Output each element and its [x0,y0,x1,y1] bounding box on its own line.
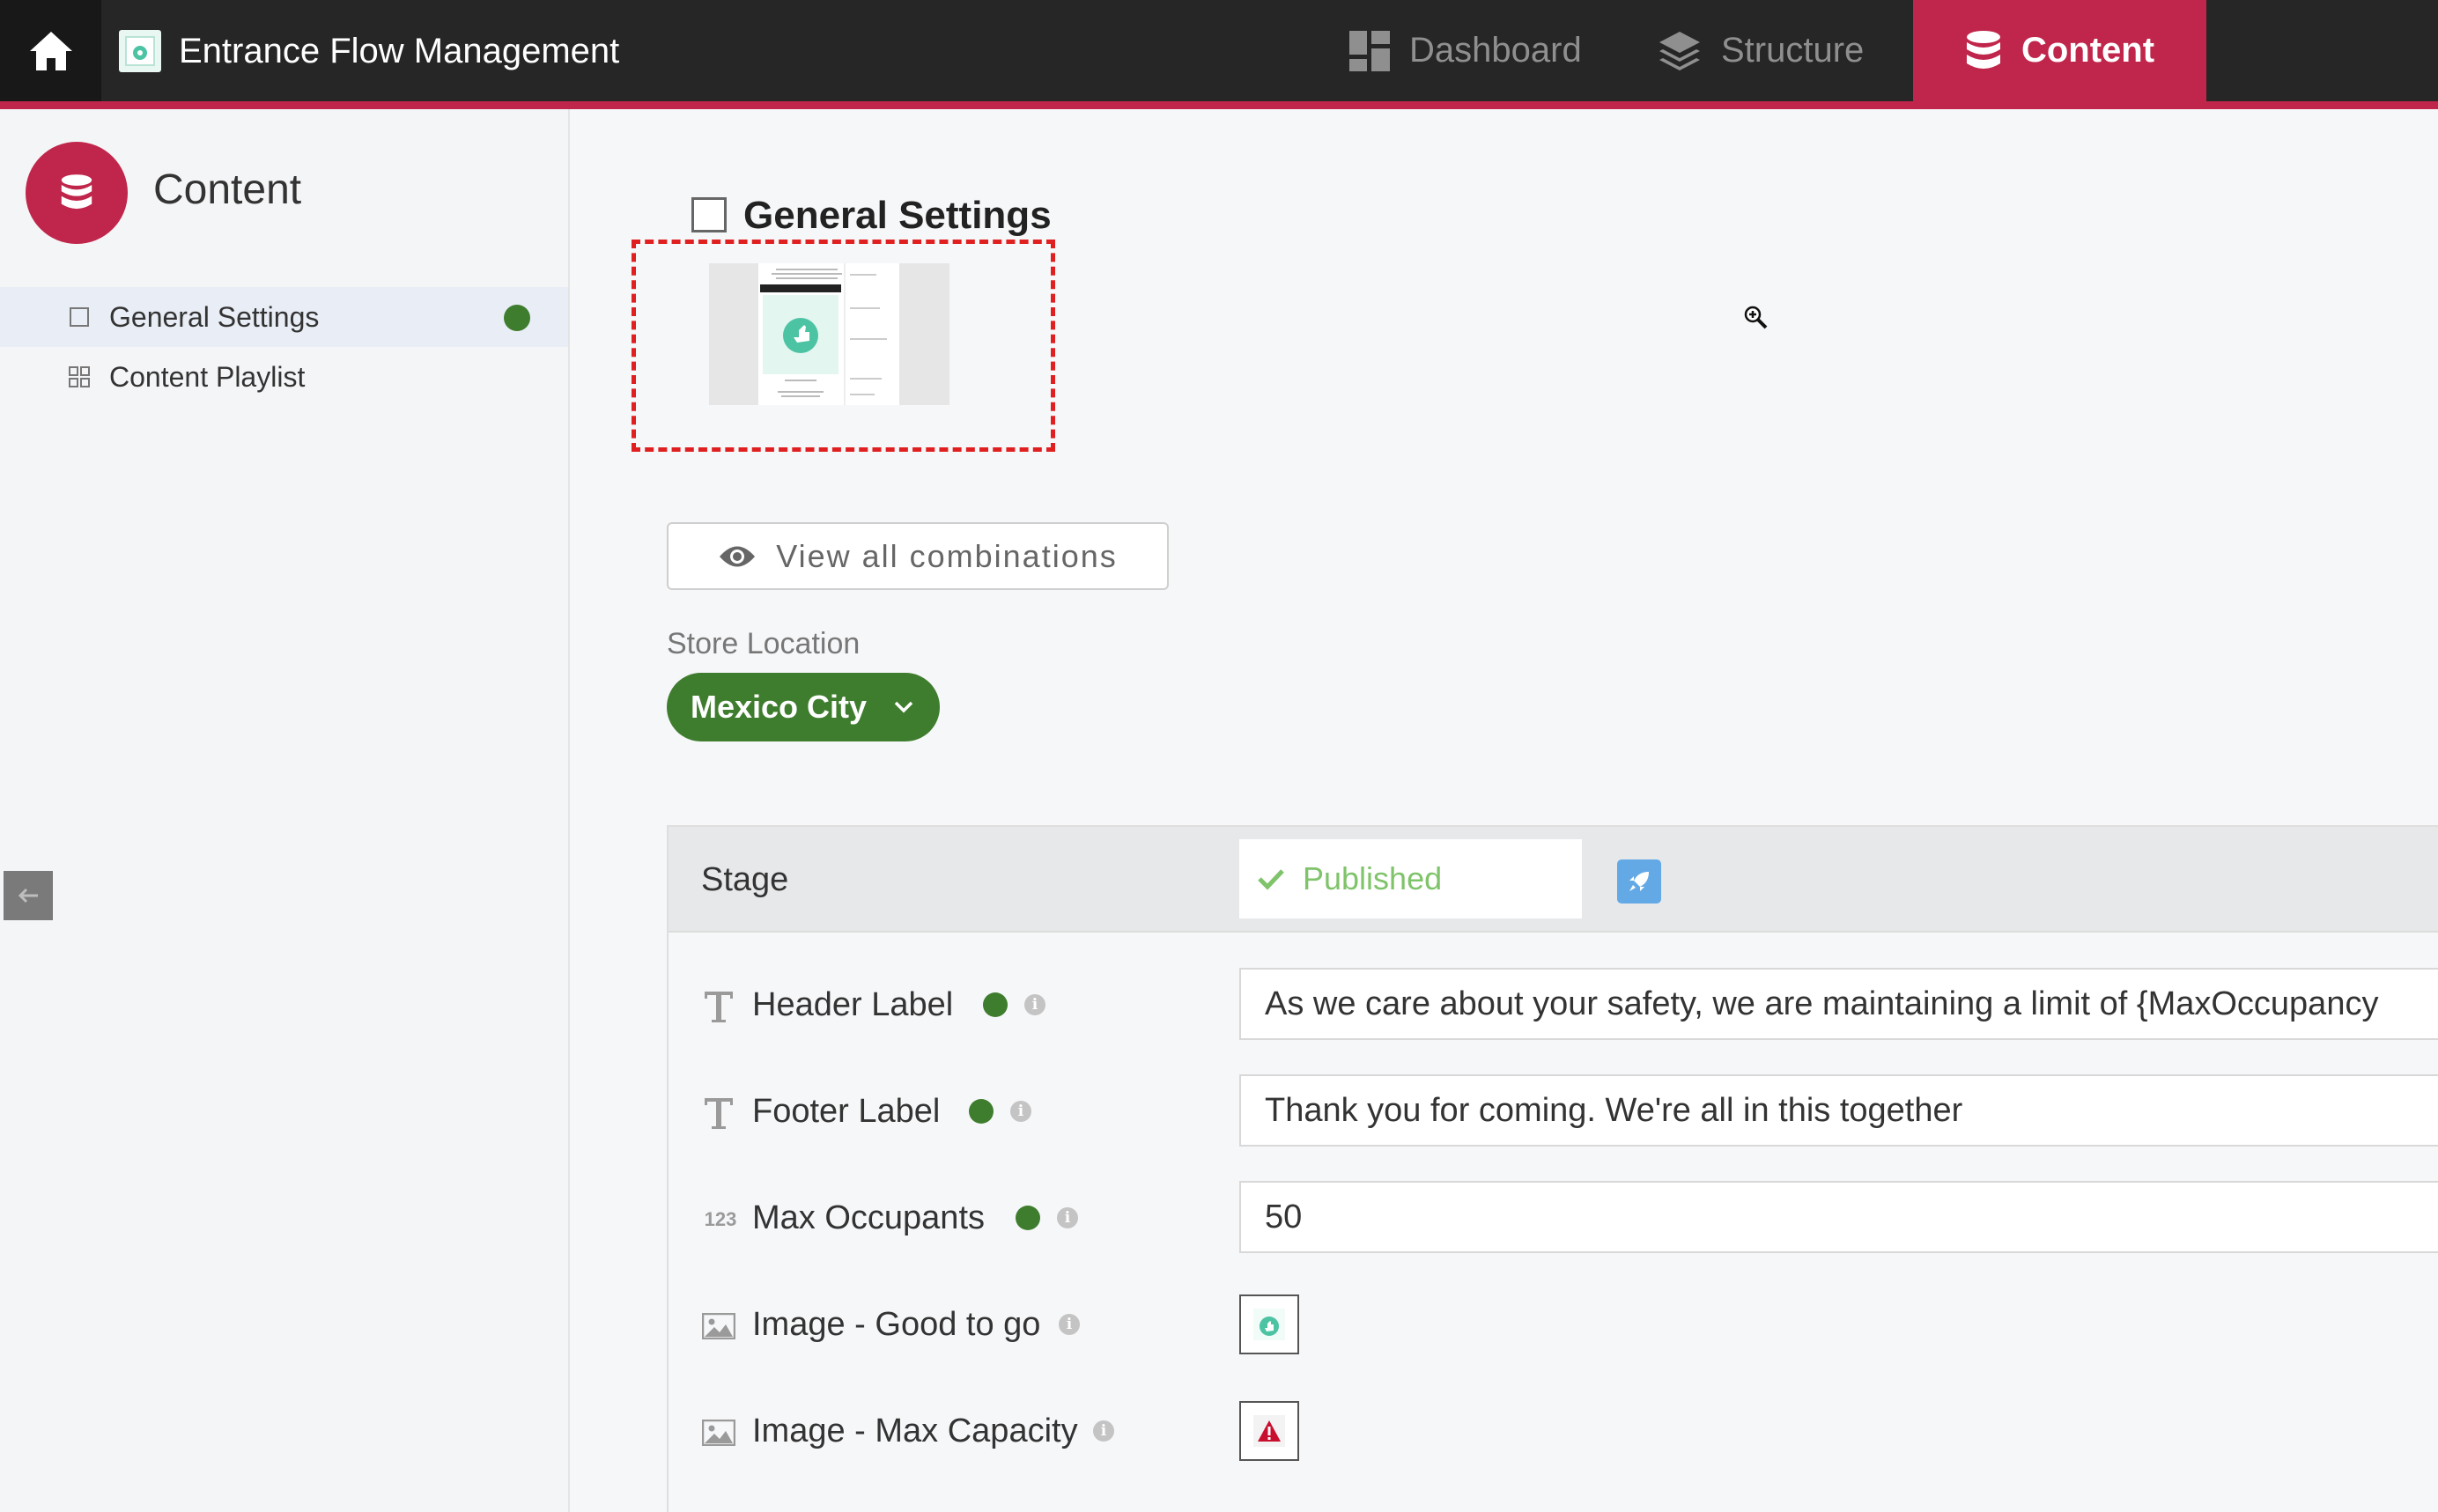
topbar-accent-line [0,101,2438,109]
database-icon [1966,30,2000,69]
field-label: Image - Max Capacity [752,1412,1078,1449]
status-dot [1016,1206,1040,1230]
info-icon[interactable]: i [1059,1314,1080,1335]
zoom-in-cursor-icon [1744,306,1768,329]
general-settings-checkbox[interactable] [691,197,727,232]
preview-thumbnail [709,263,949,405]
stage-status-box: Published [1239,839,1582,918]
status-dot [983,992,1008,1017]
sidebar-item-label: General Settings [109,301,320,333]
stage-status-text: Published [1303,860,1443,896]
preview-phone-screen [758,263,899,405]
text-type-icon [701,1095,736,1131]
warning-icon [1253,1415,1285,1447]
view-all-label: View all combinations [776,537,1118,574]
content-form: Stage Published Header Label i As we car… [667,825,2438,1512]
store-location-select[interactable]: Mexico City [667,673,940,741]
stage-row: Stage Published [669,827,2438,933]
status-dot [504,305,530,331]
header-label-input[interactable]: As we care about your safety, we are mai… [1239,968,2438,1040]
app-logo [119,30,161,72]
dashboard-icon [1349,30,1390,71]
info-icon[interactable]: i [1093,1420,1114,1442]
footer-label-input[interactable]: Thank you for coming. We're all in this … [1239,1074,2438,1147]
home-button[interactable] [0,0,101,101]
sidebar-item-label: Content Playlist [109,361,306,393]
publish-button[interactable] [1617,859,1661,904]
sidebar-item-content-playlist[interactable]: Content Playlist [0,347,568,407]
top-bar: Entrance Flow Management Dashboard Struc… [0,0,2438,101]
field-label: Footer Label [752,1093,941,1130]
image-type-icon [701,1415,736,1450]
nav-content-label: Content [2021,31,2155,70]
text-type-icon [701,989,736,1024]
view-all-combinations-button[interactable]: View all combinations [667,522,1169,590]
main-content: General Settings View all combinations S… [572,109,2438,1512]
sidebar-title: Content [153,166,302,213]
content-badge [26,142,128,244]
thumbs-up-icon [1253,1309,1285,1340]
info-icon[interactable]: i [1024,994,1045,1015]
info-icon[interactable]: i [1010,1101,1031,1122]
section-title: General Settings [743,194,1052,237]
status-dot [969,1099,994,1124]
nav-structure-label: Structure [1721,31,1865,70]
image-type-icon [701,1309,736,1344]
store-location-value: Mexico City [691,689,868,725]
sidebar-item-general-settings[interactable]: General Settings [0,287,568,347]
grid-icon [69,366,90,387]
nav-content[interactable]: Content [1913,0,2206,101]
arrow-left-icon [18,888,38,904]
field-footer-label: Footer Label i Thank you for coming. We'… [669,1074,2438,1148]
square-icon [70,307,89,327]
rocket-icon [1629,872,1649,891]
layers-icon [1659,31,1700,70]
field-max-occupants: 123 Max Occupants i 50 [669,1181,2438,1255]
image-max-capacity-thumbnail[interactable] [1239,1401,1299,1461]
nav-dashboard-label: Dashboard [1409,31,1582,70]
stage-label: Stage [701,861,789,898]
check-icon [1258,869,1284,890]
eye-icon [720,546,756,566]
number-type-icon: 123 [704,1208,737,1230]
database-icon [61,174,92,210]
info-icon[interactable]: i [1057,1207,1078,1228]
sidebar: Content General Settings Content Playlis… [0,109,570,1512]
field-image-good-to-go: Image - Good to go i [669,1287,2438,1361]
field-label: Max Occupants [752,1199,985,1236]
store-location-label: Store Location [667,627,861,660]
image-good-to-go-thumbnail[interactable] [1239,1294,1299,1354]
field-label: Image - Good to go [752,1306,1041,1343]
collapse-sidebar-button[interactable] [4,871,53,920]
home-icon [29,31,72,70]
layout-preview[interactable] [632,240,1055,452]
nav-structure[interactable]: Structure [1658,0,1864,101]
field-header-label: Header Label i As we care about your saf… [669,968,2438,1042]
max-occupants-input[interactable]: 50 [1239,1181,2438,1253]
field-label: Header Label [752,986,954,1023]
chevron-down-icon [894,701,913,713]
nav-dashboard[interactable]: Dashboard [1349,0,1582,101]
field-image-max-capacity: Image - Max Capacity i [669,1394,2438,1468]
app-title: Entrance Flow Management [179,32,620,70]
